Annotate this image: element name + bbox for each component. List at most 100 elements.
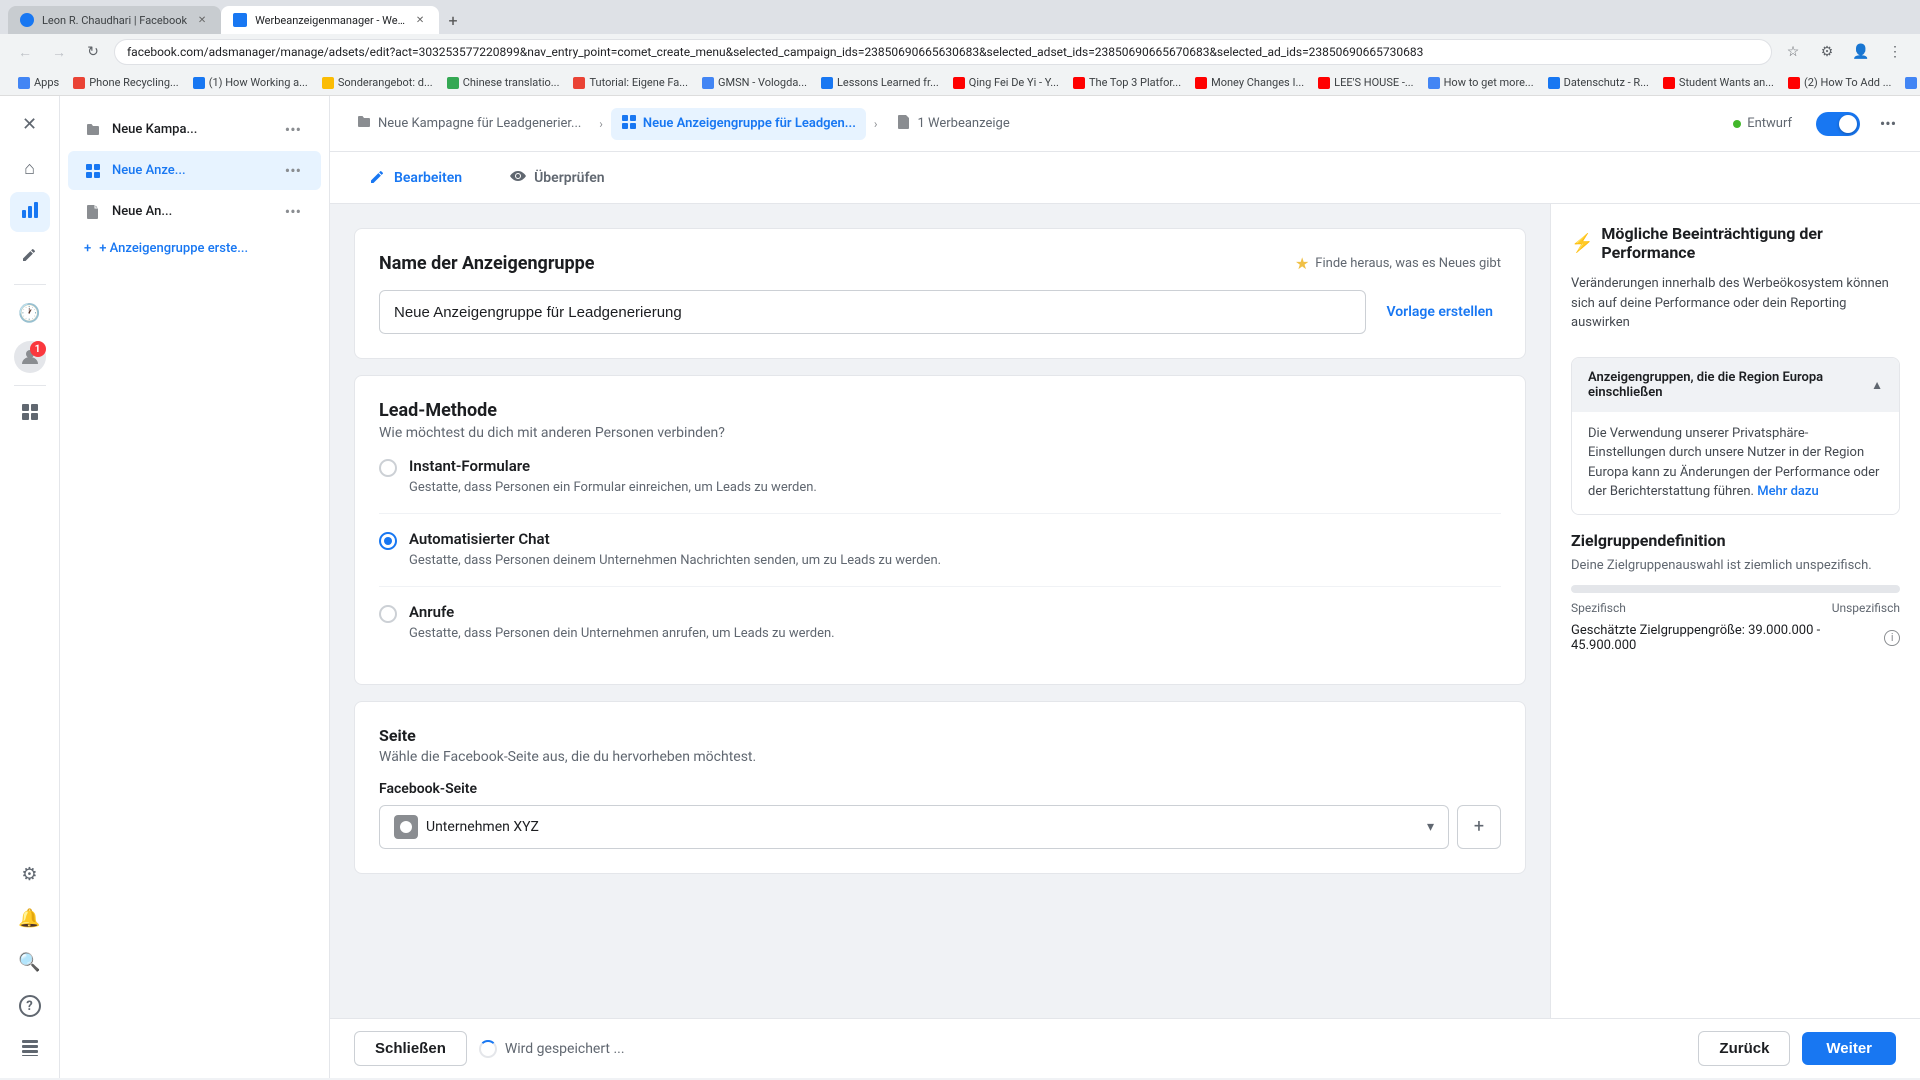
werbeanzeige-more-button[interactable]: ••• xyxy=(281,200,305,223)
saving-indicator: Wird gespeichert ... xyxy=(479,1040,625,1058)
ad-group-name-input[interactable] xyxy=(379,290,1366,334)
breadcrumb-anzeigengruppe[interactable]: Neue Anzeigengruppe für Leadgen... xyxy=(611,108,866,140)
radio-instant[interactable] xyxy=(379,459,397,477)
bookmark-sonder[interactable]: Sonderangebot: d... xyxy=(316,74,439,91)
radio-option-calls[interactable]: Anrufe Gestatte, dass Personen dein Unte… xyxy=(379,587,1501,659)
audience-size-text: Geschätzte Zielgruppengröße: 39.000.000 … xyxy=(1571,623,1878,653)
search-nav-button[interactable]: 🔍 xyxy=(10,942,50,982)
clock-icon: 🕐 xyxy=(18,303,40,324)
radio-calls-label: Anrufe xyxy=(409,603,835,621)
next-button[interactable]: Weiter xyxy=(1802,1032,1896,1065)
address-bar[interactable]: facebook.com/adsmanager/manage/adsets/ed… xyxy=(114,39,1772,65)
accordion-header[interactable]: Anzeigengruppen, die die Region Europa e… xyxy=(1572,358,1899,412)
tab-ads-manager[interactable]: Werbeanzeigenmanager - Wer... ✕ xyxy=(221,6,439,34)
page-section-title: Seite xyxy=(379,726,1501,745)
create-template-button[interactable]: Vorlage erstellen xyxy=(1378,296,1501,328)
sidebar-item-kampagne[interactable]: Neue Kampa... ••• xyxy=(68,110,321,149)
bookmark-icon[interactable]: ☆ xyxy=(1780,39,1806,65)
bookmark-gmsn[interactable]: GMSN - Vologda... xyxy=(696,74,813,91)
help-nav-button[interactable]: ? xyxy=(10,986,50,1026)
ad-group-name-section: Name der Anzeigengruppe ★ Finde heraus, … xyxy=(354,228,1526,359)
bookmark-money[interactable]: Money Changes I... xyxy=(1189,74,1310,91)
close-button[interactable]: Schließen xyxy=(354,1031,467,1066)
bookmark-chinese[interactable]: Chinese translatio... xyxy=(441,74,566,91)
bookmark-lees[interactable]: LEE'S HOUSE -... xyxy=(1312,74,1419,91)
breadcrumb-werbeanzeige[interactable]: 1 Werbeanzeige xyxy=(886,108,1020,140)
radio-option-instant[interactable]: Instant-Formulare Gestatte, dass Persone… xyxy=(379,441,1501,514)
label-unspecific: Unspezifisch xyxy=(1832,601,1900,615)
radio-calls[interactable] xyxy=(379,605,397,623)
anzeigengruppe-more-button[interactable]: ••• xyxy=(281,159,305,182)
page-icon xyxy=(394,815,418,839)
eye-action-icon xyxy=(510,168,526,188)
icon-sidebar: ✕ ⌂ 🕐 xyxy=(0,96,60,1078)
folder-icon-kampagne xyxy=(84,121,102,139)
more-options-icon[interactable]: ⋮ xyxy=(1882,39,1908,65)
discover-new-label: Finde heraus, was es Neues gibt xyxy=(1315,256,1501,271)
bottom-bar: Schließen Wird gespeichert ... Zurück We… xyxy=(330,1018,1920,1078)
radio-option-chat[interactable]: Automatisierter Chat Gestatte, dass Pers… xyxy=(379,514,1501,587)
toggle-switch[interactable] xyxy=(1816,112,1860,136)
forward-nav-button[interactable]: → xyxy=(46,39,72,65)
bookmark-top3[interactable]: The Top 3 Platfor... xyxy=(1067,74,1187,91)
reload-nav-button[interactable]: ↻ xyxy=(80,39,106,65)
extensions-icon[interactable]: ⚙ xyxy=(1814,39,1840,65)
bell-nav-button[interactable]: 🔔 xyxy=(10,898,50,938)
toggle-thumb xyxy=(1839,115,1857,133)
sidebar-close-button[interactable]: ✕ xyxy=(10,104,50,144)
avatar-nav-button[interactable]: 1 xyxy=(10,337,50,377)
facebook-page-select[interactable]: Unternehmen XYZ ▾ xyxy=(379,805,1449,849)
kampagne-more-button[interactable]: ••• xyxy=(281,118,305,141)
bookmark-student[interactable]: Student Wants an... xyxy=(1657,74,1780,91)
edit-nav-button[interactable] xyxy=(10,236,50,276)
add-page-button[interactable]: + xyxy=(1457,805,1501,849)
bookmark-qing[interactable]: Qing Fei De Yi - Y... xyxy=(947,74,1065,91)
home-nav-button[interactable]: ⌂ xyxy=(10,148,50,188)
home-icon: ⌂ xyxy=(24,158,35,179)
discover-new-button[interactable]: ★ Finde heraus, was es Neues gibt xyxy=(1295,254,1501,273)
radio-instant-content: Instant-Formulare Gestatte, dass Persone… xyxy=(409,457,817,497)
notification-badge: 1 xyxy=(30,341,46,357)
bookmark-datenschutz[interactable]: Datenschutz - R... xyxy=(1542,74,1655,91)
bookmark-apps[interactable]: Apps xyxy=(12,74,65,91)
tab-facebook[interactable]: Leon R. Chaudhari | Facebook ✕ xyxy=(8,6,221,34)
sidebar-item-anzeigengruppe[interactable]: Neue Anze... ••• xyxy=(68,151,321,190)
action-bar: Bearbeiten Überprüfen xyxy=(330,152,1920,204)
info-icon[interactable]: i xyxy=(1884,630,1900,646)
top-nav-more-button[interactable]: ••• xyxy=(1872,108,1904,140)
new-tab-button[interactable]: + xyxy=(439,6,467,34)
add-group-label: + Anzeigengruppe erste... xyxy=(99,241,248,256)
chart-nav-button[interactable] xyxy=(10,192,50,232)
clock-nav-button[interactable]: 🕐 xyxy=(10,293,50,333)
review-button[interactable]: Überprüfen xyxy=(494,160,621,196)
edit-button[interactable]: Bearbeiten xyxy=(354,160,478,196)
radio-chat[interactable] xyxy=(379,532,397,550)
table-nav-button[interactable] xyxy=(10,1030,50,1070)
tab-close-2[interactable]: ✕ xyxy=(413,13,427,27)
performance-text: Veränderungen innerhalb des Werbeökosyst… xyxy=(1571,274,1900,333)
spinner-icon xyxy=(479,1040,497,1058)
back-nav-button[interactable]: ← xyxy=(12,39,38,65)
accordion-text: Die Verwendung unserer Privatsphäre-Eins… xyxy=(1588,426,1879,500)
back-button[interactable]: Zurück xyxy=(1698,1031,1790,1066)
performance-impact-section: ⚡ Mögliche Beeinträchtigung der Performa… xyxy=(1571,224,1900,333)
bookmark-download[interactable]: Download - Cooki... xyxy=(1899,74,1920,91)
audience-section: Zielgruppendefinition Deine Zielgruppena… xyxy=(1571,531,1900,653)
add-anzeigengruppe-button[interactable]: + + Anzeigengruppe erste... xyxy=(68,233,321,264)
bookmark-more[interactable]: How to get more... xyxy=(1422,74,1540,91)
accordion-title: Anzeigengruppen, die die Region Europa e… xyxy=(1588,370,1871,400)
right-panel: ⚡ Mögliche Beeinträchtigung der Performa… xyxy=(1550,204,1920,1018)
settings-nav-button[interactable]: ⚙ xyxy=(10,854,50,894)
bookmark-tutorial[interactable]: Tutorial: Eigene Fa... xyxy=(567,74,694,91)
tab-close-1[interactable]: ✕ xyxy=(195,13,209,27)
breadcrumb-kampagne[interactable]: Neue Kampagne für Leadgenerier... xyxy=(346,108,591,140)
profile-icon[interactable]: 👤 xyxy=(1848,39,1874,65)
bookmark-how-add[interactable]: (2) How To Add ... xyxy=(1782,74,1897,91)
learn-more-link[interactable]: Mehr dazu xyxy=(1757,484,1818,499)
tab-favicon-2 xyxy=(233,13,247,27)
bookmark-working[interactable]: (1) How Working a... xyxy=(187,74,314,91)
grid-nav-button[interactable] xyxy=(10,394,50,434)
bookmark-lessons[interactable]: Lessons Learned fr... xyxy=(815,74,945,91)
sidebar-item-werbeanzeige[interactable]: Neue An... ••• xyxy=(68,192,321,231)
bookmark-phone[interactable]: Phone Recycling... xyxy=(67,74,184,91)
